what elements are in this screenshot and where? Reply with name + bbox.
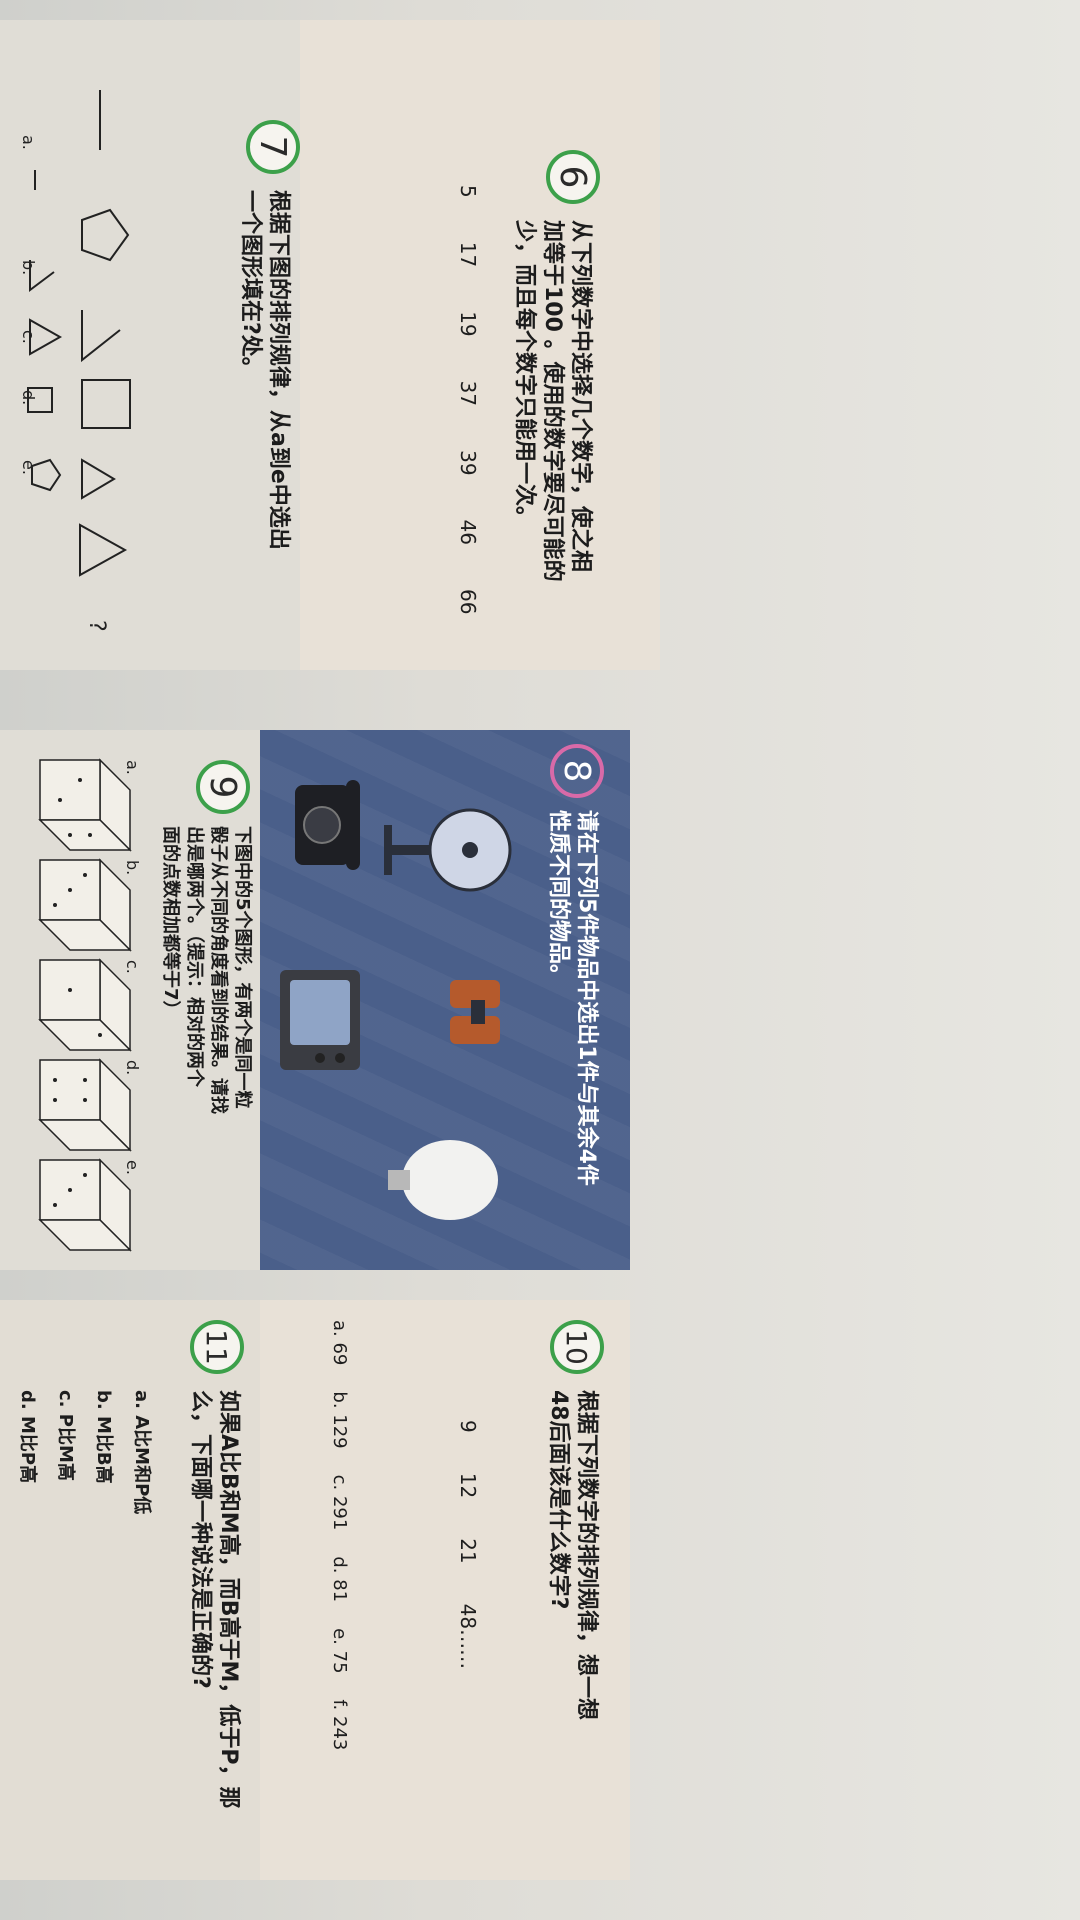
- question-6-number: 6: [546, 150, 600, 204]
- question-8-number: 8: [550, 744, 604, 798]
- number-item: 37: [456, 380, 480, 407]
- sequence-item: 48……: [456, 1603, 480, 1670]
- fan-icon: [384, 808, 512, 892]
- q11-option[interactable]: b. M比B高: [84, 1390, 122, 1514]
- q9-option-b[interactable]: b.: [123, 860, 142, 875]
- photo-stage: 6 从下列数字中选择几个数字，使之相 加等于100 。使用的数字要尽可能的 少，…: [0, 0, 1080, 1920]
- light-bulb-icon: [388, 1140, 498, 1220]
- die-b: [38, 858, 132, 952]
- number-item: 5: [456, 185, 480, 198]
- sequence-item: 21: [456, 1538, 480, 1564]
- question-10-sequence: 9 12 21 48……: [456, 1420, 480, 1669]
- sequence-item: 12: [456, 1472, 480, 1499]
- book-page: 6 从下列数字中选择几个数字，使之相 加等于100 。使用的数字要尽可能的 少，…: [0, 0, 1080, 1920]
- die-e: [38, 1158, 132, 1252]
- question-11-text: 如果A比B和M高，而B高于M，低于P，那 么，下面哪一种说法是正确的?: [188, 1390, 241, 1809]
- die-c: [38, 958, 132, 1052]
- number-item: 66: [456, 589, 480, 615]
- q11-option[interactable]: c. P比M高: [46, 1390, 84, 1514]
- question-11-panel: 11 如果A比B和M高，而B高于M，低于P，那 么，下面哪一种说法是正确的? a…: [0, 1300, 260, 1880]
- question-6-text: 从下列数字中选择几个数字，使之相 加等于100 。使用的数字要尽可能的 少，而且…: [512, 220, 593, 582]
- number-item: 39: [456, 450, 480, 476]
- q11-option[interactable]: a. A比M和P低: [122, 1390, 160, 1514]
- question-8-panel: 8 请在下列5件物品中选出1件与其余4件 性质不同的物品。: [260, 730, 630, 1270]
- question-7-figures: ?: [27, 90, 131, 632]
- q9-option-c[interactable]: c.: [123, 960, 142, 974]
- question-8-objects: [280, 780, 512, 1220]
- small-triangle-shape: [81, 458, 116, 500]
- question-mark: ?: [84, 620, 109, 632]
- q7-option-e[interactable]: e.: [19, 460, 38, 475]
- question-11-number: 11: [190, 1320, 244, 1374]
- telephone-icon: [295, 780, 360, 870]
- question-10-number: 10: [550, 1320, 604, 1374]
- die-a: [38, 758, 132, 852]
- q10-option[interactable]: b. 129: [329, 1391, 350, 1448]
- question-7-number: 7: [246, 120, 300, 174]
- q10-option[interactable]: c. 291: [329, 1475, 350, 1531]
- question-11-options: a. A比M和P低 b. M比B高 c. P比M高 d. M比P高: [8, 1390, 160, 1514]
- question-9-text: 下图中的5个图形，有两个是同一粒 骰子从不同的角度看到的结果。请找 出是哪两个。…: [160, 826, 253, 1114]
- q7-option-a[interactable]: a.: [19, 135, 38, 150]
- television-icon: [280, 970, 360, 1070]
- pentagon-shape: [81, 208, 130, 262]
- binoculars-icon: [450, 980, 500, 1044]
- q10-option[interactable]: d. 81: [329, 1556, 350, 1602]
- question-10-text: 根据下列数字的排列规律，想一想 48后面该是什么数字?: [546, 1390, 599, 1721]
- question-9-dice: [38, 758, 132, 1252]
- number-item: 46: [456, 519, 480, 545]
- number-item: 17: [456, 241, 480, 268]
- q7-option-d[interactable]: d.: [19, 390, 38, 405]
- number-item: 19: [456, 311, 480, 337]
- q9-option-e[interactable]: e.: [123, 1160, 142, 1175]
- q7-option-c[interactable]: c.: [19, 330, 38, 344]
- question-7-text: 根据下图的排列规律，从a到e中选出 一个图形填在?处。: [238, 190, 291, 550]
- q10-option[interactable]: a. 69: [329, 1320, 350, 1365]
- question-9-number: 9: [196, 760, 250, 814]
- question-7-panel: 7 根据下图的排列规律，从a到e中选出 一个图形填在?处。 ? a. b. c.…: [0, 20, 300, 670]
- question-10-panel: 10 根据下列数字的排列规律，想一想 48后面该是什么数字? 9 12 21 4…: [260, 1300, 630, 1880]
- question-6-panel: 6 从下列数字中选择几个数字，使之相 加等于100 。使用的数字要尽可能的 少，…: [300, 20, 660, 670]
- q10-option[interactable]: f. 243: [329, 1700, 350, 1751]
- q11-option[interactable]: d. M比P高: [8, 1390, 46, 1514]
- angle-shape: [81, 310, 121, 363]
- question-10-options: a. 69 b. 129 c. 291 d. 81 e. 75 f. 243: [329, 1320, 350, 1750]
- die-d: [38, 1058, 132, 1152]
- q10-option[interactable]: e. 75: [329, 1628, 350, 1673]
- question-8-text: 请在下列5件物品中选出1件与其余4件 性质不同的物品。: [546, 810, 599, 1186]
- square-shape: [81, 379, 131, 429]
- q9-option-d[interactable]: d.: [123, 1060, 142, 1075]
- q7-option-b[interactable]: b.: [19, 260, 38, 275]
- q9-option-a[interactable]: a.: [123, 760, 142, 775]
- sequence-item: 9: [456, 1420, 480, 1433]
- large-triangle-shape: [79, 523, 128, 577]
- question-6-numbers: 5 17 19 37 39 46 66: [456, 185, 480, 614]
- question-9-panel: 9 下图中的5个图形，有两个是同一粒 骰子从不同的角度看到的结果。请找 出是哪两…: [0, 730, 260, 1270]
